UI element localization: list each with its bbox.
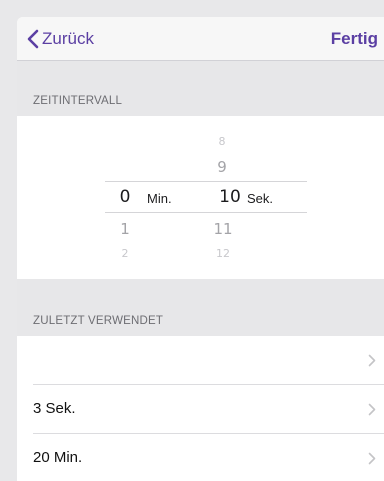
navigation-bar: Zurück Fertig [17,17,384,61]
seconds-value-above-2[interactable]: 8 [204,135,240,148]
interval-section-title: ZEITINTERVALL [33,95,123,107]
timer-screen: Zurück Fertig ZEITINTERVALL 0 Min. 1 2 8… [17,17,384,481]
minutes-value-below-2[interactable]: 2 [107,247,143,260]
seconds-selected-value[interactable]: 10 [212,187,248,207]
minutes-selected-value[interactable]: 0 [107,187,143,207]
recent-list-item[interactable]: 20 Min. [17,434,384,481]
recent-item-label: 3 Sek. [33,400,76,417]
chevron-left-icon [27,29,39,49]
back-button[interactable]: Zurück [27,27,94,51]
back-button-label: Zurück [42,29,94,48]
seconds-value-above-1[interactable]: 9 [204,158,240,176]
minutes-value-below-1[interactable]: 1 [107,220,143,238]
done-button[interactable]: Fertig [331,27,378,51]
picker-selection-top-line [105,181,307,182]
recent-section-header: ZULETZT VERWENDET [17,279,384,336]
recent-list-item[interactable] [17,336,384,385]
time-interval-picker[interactable]: 0 Min. 1 2 8 9 10 Sek. 11 12 [17,116,384,279]
recent-section-title: ZULETZT VERWENDET [33,315,164,327]
chevron-right-icon [368,452,376,465]
minutes-unit-label: Min. [147,191,172,206]
chevron-right-icon [368,354,376,367]
recent-list-item[interactable]: 3 Sek. [17,385,384,434]
recent-item-label: 20 Min. [33,449,83,466]
chevron-right-icon [368,403,376,416]
interval-section-header: ZEITINTERVALL [17,61,384,116]
seconds-unit-label: Sek. [247,191,274,206]
seconds-value-below-2[interactable]: 12 [205,247,241,260]
picker-selection-bottom-line [105,212,307,213]
seconds-value-below-1[interactable]: 11 [205,220,241,238]
